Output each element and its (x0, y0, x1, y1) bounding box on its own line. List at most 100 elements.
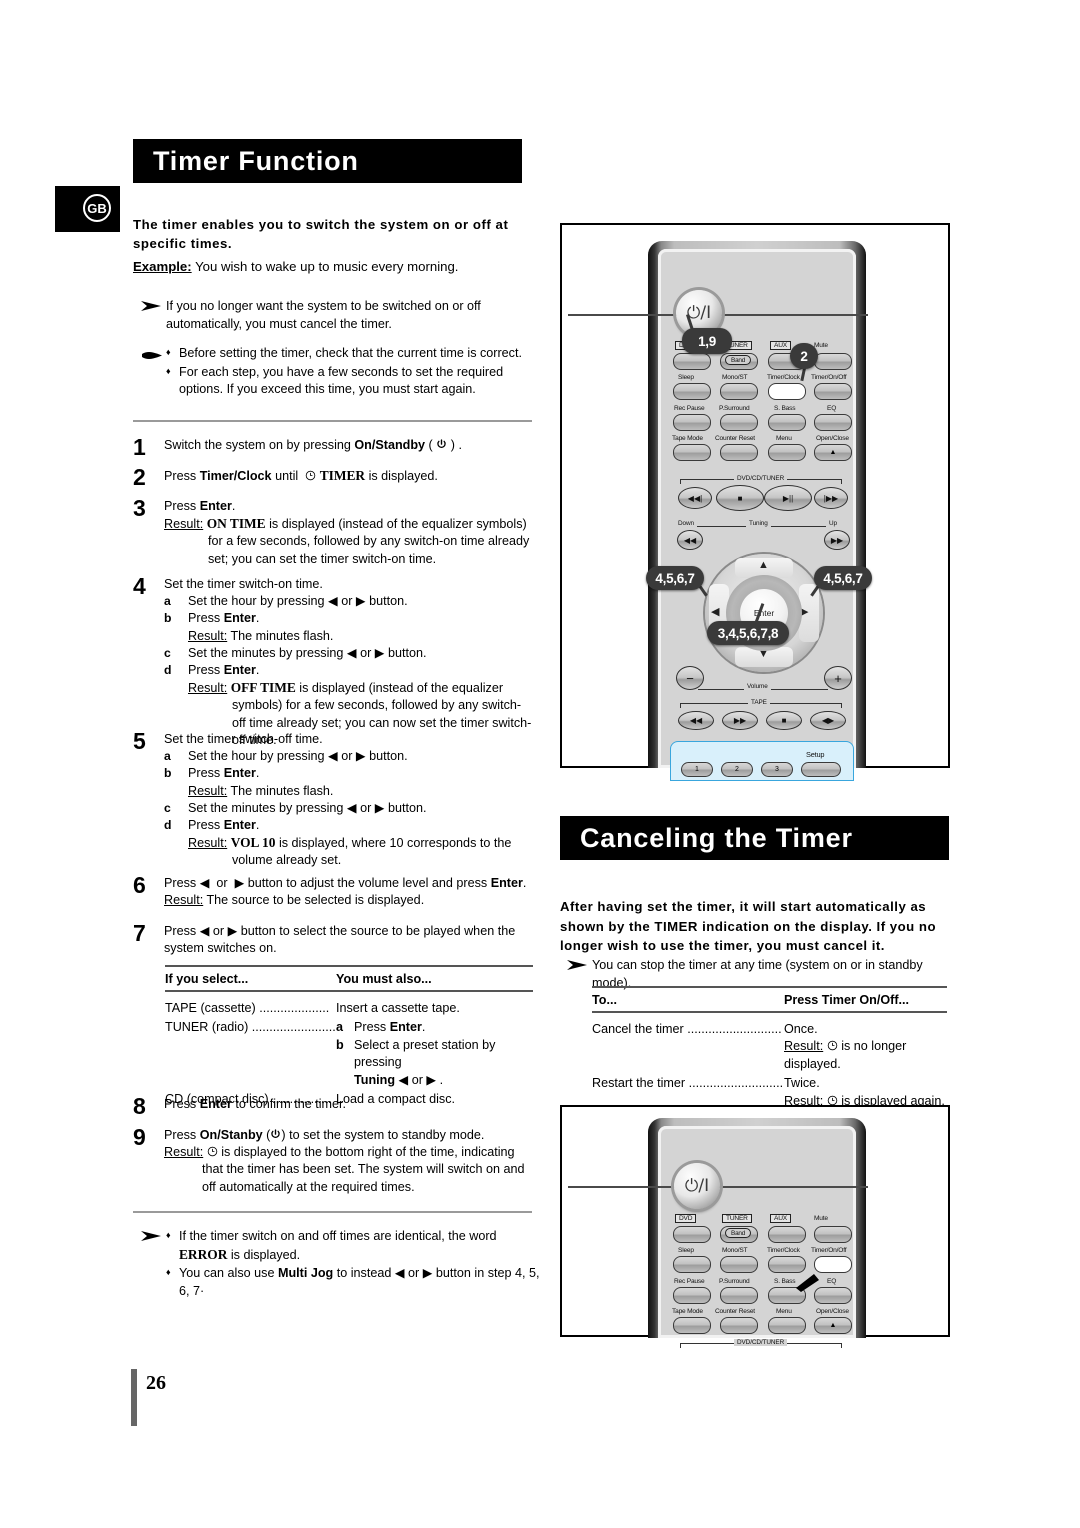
step-7: 7 Press ◀ or ▶ button to select the sour… (133, 920, 533, 957)
aux-button[interactable] (768, 1226, 806, 1243)
source-table-col1-header: If you select... (165, 972, 249, 986)
dot-leader: ........................... (683, 1022, 782, 1036)
result-text: The source to be selected is displayed. (203, 893, 425, 908)
dpad-left-icon: ◀ (711, 606, 720, 618)
s-bass-button[interactable] (768, 414, 806, 431)
step-2-number: 2 (133, 464, 146, 490)
step-3-text: Press Enter. Result: ON TIME is displaye… (164, 498, 533, 568)
open-close-button[interactable]: ▲ (814, 1317, 852, 1334)
step-3-period: . (231, 499, 236, 513)
tuner-sub-a: a Press Enter. (336, 1019, 533, 1036)
step-4b-lead: Press (188, 611, 224, 626)
sleep-button[interactable] (673, 1256, 711, 1273)
step-4d-lead: Press (188, 663, 224, 678)
eq-button[interactable] (814, 414, 852, 431)
volume-down-button[interactable]: − (676, 666, 704, 690)
counter-reset-button[interactable] (720, 444, 758, 461)
step-1: 1 Switch the system on by pressing On/St… (133, 436, 533, 459)
timer-clock-button[interactable] (768, 383, 806, 400)
manual-page: GB Timer Function The timer enables you … (0, 0, 1080, 1528)
arrow-icon (140, 298, 166, 318)
step-5a-text: Set the hour by pressing ◀ or ▶ button. (188, 749, 408, 764)
step-8-tail: to confirm the timer. (231, 1097, 346, 1111)
numpad-3-button[interactable]: 3 (761, 762, 793, 777)
aux-label: AUX (770, 1214, 791, 1223)
power-button[interactable]: ⏻/I (674, 1163, 720, 1209)
step-5d-text: Press Enter. Result: VOL 10 is displayed… (188, 817, 533, 870)
source-action: a Press Enter. b Select a preset station… (336, 1019, 533, 1089)
step-8: 8 Press Enter to confirm the timer. (133, 1093, 533, 1119)
stop-button[interactable]: ■ (716, 485, 764, 511)
note-timer-tips: Before setting the timer, check that the… (140, 344, 540, 400)
timer-on-off-button[interactable] (814, 383, 852, 400)
transport-group-label: DVD/CD/TUNER (734, 1339, 788, 1346)
step-3: 3 Press Enter. Result: ON TIME is displa… (133, 497, 533, 568)
power-icon (271, 1129, 281, 1138)
numpad-1-button[interactable]: 1 (681, 762, 713, 777)
footnote-item: You can also use Multi Jog to instead ◀ … (166, 1264, 540, 1300)
numpad-area: 1 2 3 Setup (670, 741, 854, 781)
step-8-lead: Press (164, 1097, 200, 1111)
step-5d-period: . (255, 818, 260, 833)
result-label: Result: (188, 836, 228, 851)
skip-back-button[interactable]: ◀◀| (678, 487, 712, 509)
tape-stop-button[interactable]: ■ (766, 711, 802, 730)
step-8-bold: Enter (199, 1097, 232, 1111)
numpad-2-button[interactable]: 2 (721, 762, 753, 777)
dvd-button[interactable] (673, 1226, 711, 1243)
step-5d: d Press Enter. Result: VOL 10 is display… (164, 817, 533, 870)
volume-up-button[interactable]: + (824, 666, 852, 690)
setup-button[interactable] (801, 762, 841, 777)
sub-text: Press Enter. (354, 1020, 426, 1035)
skip-forward-button[interactable]: |▶▶ (814, 487, 848, 509)
step-4c-text: Set the minutes by pressing ◀ or ▶ butto… (188, 645, 427, 660)
timer-clock-label: Timer/Clock (767, 1247, 800, 1254)
tape-mode-button[interactable] (673, 1317, 711, 1334)
step-8-text: Press Enter to confirm the timer. (164, 1096, 533, 1116)
tape-mode-button[interactable] (673, 444, 711, 461)
mute-button[interactable] (814, 1226, 852, 1243)
counter-reset-button[interactable] (720, 1317, 758, 1334)
source-name: TUNER (radio) ........................ (165, 1020, 336, 1035)
step-8-number: 8 (133, 1093, 146, 1119)
page-number: 26 (146, 1372, 166, 1394)
example-label: Example: (133, 259, 192, 274)
step-5b-line1: Press Enter. (188, 765, 533, 782)
remote-control-bottom: ⏻/I DVD TUNER Band AUX Mute Sleep Mono/S… (568, 1118, 868, 1348)
step-4b-letter: b (164, 611, 172, 626)
tape-rewind-button[interactable]: ◀◀ (678, 711, 714, 730)
step-4b-line1: Press Enter. (188, 610, 533, 627)
eq-label: EQ (827, 405, 837, 412)
menu-button[interactable] (768, 1317, 806, 1334)
result-label: Result: (188, 681, 228, 696)
p-surround-button[interactable] (720, 414, 758, 431)
tuning-up-button[interactable]: ▶▶ (824, 530, 850, 550)
p-surround-label: P.Surround (719, 405, 750, 412)
counter-reset-label: Counter Reset (715, 435, 755, 442)
rec-pause-button[interactable] (673, 414, 711, 431)
rec-pause-button[interactable] (673, 1287, 711, 1304)
step-4: 4 Set the timer switch-on time. a Set th… (133, 574, 533, 749)
mono-st-button[interactable] (720, 383, 758, 400)
rec-pause-label: Rec Pause (674, 1278, 705, 1285)
dot-leader: .............................. (685, 1076, 784, 1091)
band-label: Band (725, 1228, 752, 1238)
mono-st-button[interactable] (720, 1256, 758, 1273)
sleep-label: Sleep (678, 374, 694, 381)
p-surround-button[interactable] (720, 1287, 758, 1304)
menu-button[interactable] (768, 444, 806, 461)
dot-leader: ........................ (248, 1020, 336, 1035)
cancel-table-body: Cancel the timer .......................… (592, 1013, 947, 1110)
step-9-lead: Press (164, 1128, 200, 1142)
sleep-button[interactable] (673, 383, 711, 400)
tape-direction-button[interactable]: ◀▶ (810, 711, 846, 730)
mute-button[interactable] (814, 353, 852, 370)
step-7-number: 7 (133, 920, 146, 946)
tuning-down-button[interactable]: ◀◀ (677, 530, 703, 550)
sleep-label: Sleep (678, 1247, 694, 1254)
play-pause-button[interactable]: ▶|| (764, 485, 812, 511)
dvd-button[interactable] (673, 353, 711, 370)
tape-ffwd-button[interactable]: ▶▶ (722, 711, 758, 730)
step-4b-result: Result: The minutes flash. (188, 628, 533, 645)
open-close-button[interactable]: ▲ (814, 444, 852, 461)
